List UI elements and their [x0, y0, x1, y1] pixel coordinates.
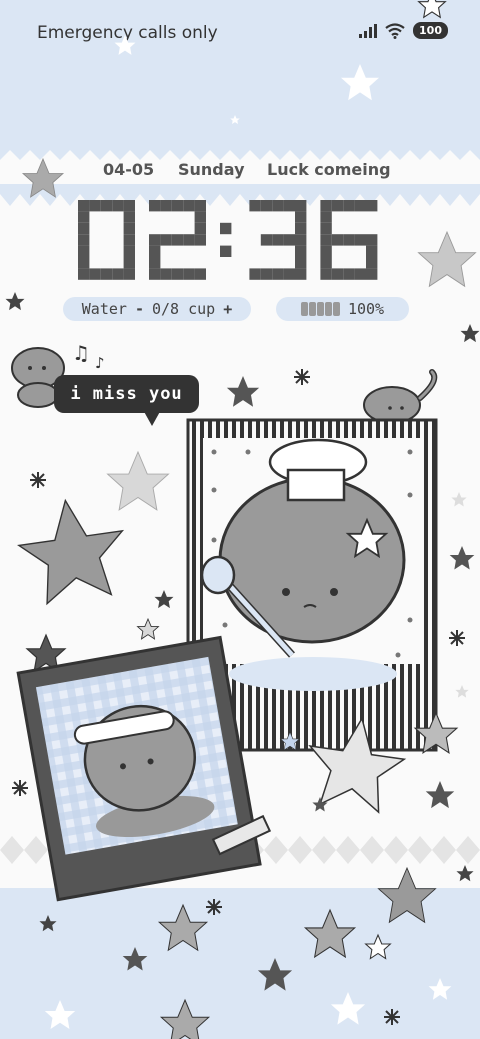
battery-icon: 100	[413, 22, 448, 39]
date-text: 04-05	[103, 160, 155, 179]
water-plus-button[interactable]: +	[223, 300, 232, 318]
clock-digit	[320, 200, 378, 280]
water-progress: 0/8 cup	[151, 300, 216, 318]
chef-card	[186, 418, 438, 752]
zigzag-border-bottom	[0, 836, 480, 864]
motto-text: Luck comeing	[267, 160, 391, 179]
status-bar: Emergency calls only 100	[0, 0, 480, 64]
clock-digit	[78, 200, 135, 280]
status-icons: 100	[359, 22, 448, 39]
music-note-icon: ♫	[72, 341, 90, 365]
wifi-icon	[385, 22, 405, 39]
date-row: 04-05 Sunday Luck comeing	[0, 160, 480, 182]
speech-bubble-tail	[142, 408, 162, 426]
water-minus-button[interactable]: -	[135, 300, 144, 318]
speech-bubble: i miss you	[54, 375, 199, 413]
weekday-text: Sunday	[178, 160, 245, 179]
clock-digit	[249, 200, 307, 280]
wallpaper-bottom-band	[0, 888, 480, 1039]
battery-widget: 100%	[276, 297, 409, 321]
clock-display[interactable]	[78, 200, 408, 280]
signal-icon	[359, 23, 378, 38]
water-label: Water	[81, 300, 127, 318]
battery-level-text: 100%	[347, 300, 385, 318]
clock-digit	[149, 200, 206, 280]
svg-text:♪: ♪	[95, 354, 105, 372]
water-tracker: Water - 0/8 cup +	[63, 297, 251, 321]
clock-colon	[220, 222, 232, 257]
cat-sticker-right	[363, 369, 438, 424]
carrier-status: Emergency calls only	[37, 23, 218, 43]
battery-level-bar	[300, 302, 340, 316]
